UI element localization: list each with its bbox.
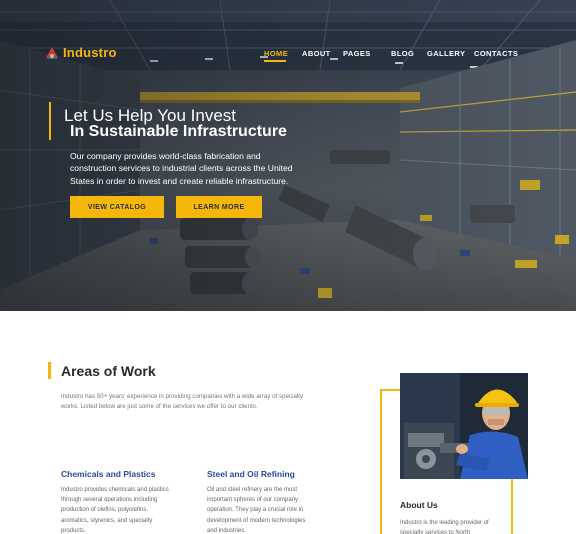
hero-banner: Industro HOME ABOUT PAGES BLOG GALLERY C… [0, 0, 576, 311]
service-card-title[interactable]: Steel and Oil Refining [207, 469, 317, 479]
about-description: Industro is the leading provider of spec… [400, 520, 489, 534]
areas-description: Industro has 50+ years' experience in pr… [61, 393, 304, 410]
nav-blog[interactable]: BLOG [391, 49, 414, 58]
worker-photo [400, 373, 528, 479]
main-nav: HOME ABOUT PAGES BLOG GALLERY CONTACTS [0, 49, 576, 62]
section-accent-bar [48, 362, 51, 379]
nav-active-underline [264, 60, 286, 62]
service-card: Chemicals and Plastics Industro provides… [61, 469, 171, 534]
worker-at-machine-image [400, 373, 528, 479]
nav-home[interactable]: HOME [264, 49, 288, 58]
service-card-text: Industro provides chemicals and plastics… [61, 487, 169, 534]
about-frame-top [380, 389, 400, 391]
service-card: Steel and Oil Refining Oil and steel ref… [207, 469, 317, 534]
nav-about[interactable]: ABOUT [302, 49, 331, 58]
service-card-title[interactable]: Chemicals and Plastics [61, 469, 171, 479]
nav-contacts[interactable]: CONTACTS [474, 49, 518, 58]
learn-more-button[interactable]: LEARN MORE [176, 196, 262, 218]
hero-description: Our company provides world-class fabrica… [70, 151, 293, 186]
hero-title-line2: In Sustainable Infrastructure [70, 123, 287, 140]
areas-title: Areas of Work [61, 363, 156, 379]
about-frame-left [380, 389, 382, 534]
about-title: About Us [400, 500, 438, 510]
view-catalog-button[interactable]: VIEW CATALOG [70, 196, 164, 218]
about-frame-right [511, 479, 513, 534]
nav-gallery[interactable]: GALLERY [427, 49, 465, 58]
hero-accent-bar [49, 102, 51, 140]
nav-pages[interactable]: PAGES [343, 49, 371, 58]
service-card-text: Oil and steel refinery are the most impo… [207, 487, 306, 534]
